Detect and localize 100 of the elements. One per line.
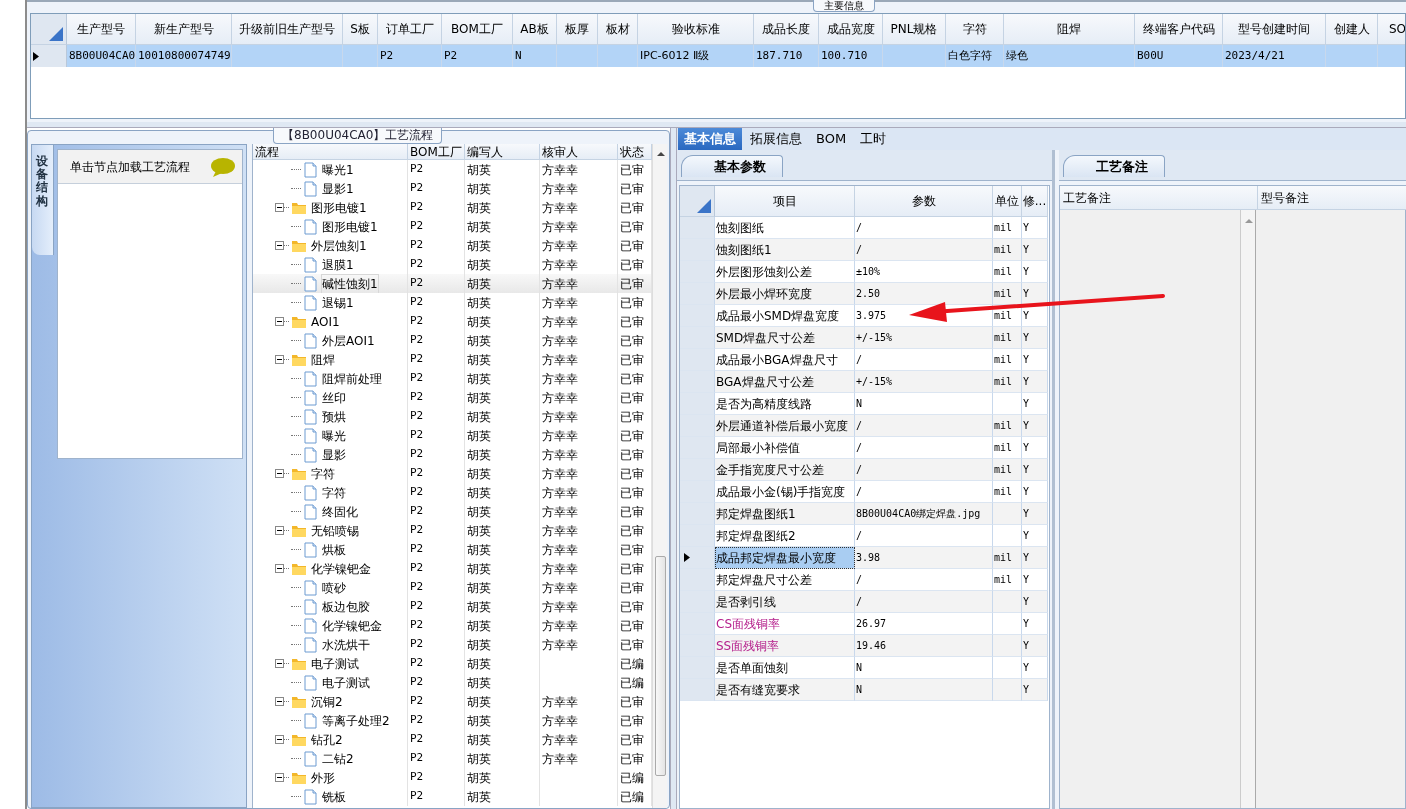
row-header[interactable] xyxy=(31,45,67,67)
table-row[interactable]: 外层最小焊环宽度 2.50 mil Y xyxy=(680,283,1049,305)
column-header[interactable]: AB板 xyxy=(513,14,557,45)
tree-row[interactable]: 钻孔2 P2 胡英 方幸幸 已审 xyxy=(253,730,652,749)
column-header[interactable]: 终端客户代码 xyxy=(1135,14,1223,45)
tree-row[interactable]: 板边包胶 P2 胡英 方幸幸 已审 xyxy=(253,597,652,616)
tab[interactable]: 基本参数 xyxy=(681,155,783,177)
column-header[interactable]: 板厚 xyxy=(557,14,598,45)
tree-row[interactable]: 水洗烘干 P2 胡英 方幸幸 已审 xyxy=(253,635,652,654)
tab[interactable]: 基本信息 xyxy=(678,128,742,150)
collapse-icon[interactable] xyxy=(275,773,284,782)
tree-row[interactable]: 图形电镀1 P2 胡英 方幸幸 已审 xyxy=(253,198,652,217)
column-header[interactable]: 验收标准 xyxy=(638,14,754,45)
splitter[interactable] xyxy=(27,122,1406,128)
column-header[interactable]: PNL规格 xyxy=(883,14,946,45)
tree-row[interactable]: 阻焊前处理 P2 胡英 方幸幸 已审 xyxy=(253,369,652,388)
column-header[interactable]: 型号创建时间 xyxy=(1223,14,1326,45)
tree-row[interactable]: 化学镍钯金 P2 胡英 方幸幸 已审 xyxy=(253,616,652,635)
column-header[interactable]: 项目 xyxy=(715,186,855,217)
column-header[interactable]: 修... xyxy=(1022,186,1048,217)
tree-row[interactable]: 等离子处理2 P2 胡英 方幸幸 已审 xyxy=(253,711,652,730)
table-row[interactable]: 成品邦定焊盘最小宽度 3.98 mil Y xyxy=(680,547,1049,569)
collapse-icon[interactable] xyxy=(275,659,284,668)
scroll-thumb[interactable] xyxy=(655,556,666,776)
tree-row[interactable]: 外形 P2 胡英 已编 xyxy=(253,768,652,787)
column-header[interactable]: 生产型号 xyxy=(67,14,136,45)
column-header[interactable]: 升级前旧生产型号 xyxy=(232,14,343,45)
tree-row[interactable]: 曝光 P2 胡英 方幸幸 已审 xyxy=(253,426,652,445)
column-header[interactable]: 单位 xyxy=(993,186,1022,217)
table-row[interactable]: BGA焊盘尺寸公差 +/-15% mil Y xyxy=(680,371,1049,393)
collapse-icon[interactable] xyxy=(275,469,284,478)
collapse-icon[interactable] xyxy=(275,203,284,212)
tree-row[interactable]: 沉铜2 P2 胡英 方幸幸 已审 xyxy=(253,692,652,711)
tab[interactable]: 工时 xyxy=(854,128,893,150)
column-header[interactable]: 状态 xyxy=(618,144,652,160)
column-header[interactable]: 成品长度 xyxy=(754,14,819,45)
tree-row[interactable]: 退锡1 P2 胡英 方幸幸 已审 xyxy=(253,293,652,312)
column-header[interactable]: 字符 xyxy=(946,14,1004,45)
column-header[interactable]: 流程 xyxy=(253,144,408,160)
collapse-icon[interactable] xyxy=(275,526,284,535)
column-header[interactable]: 型号备注 xyxy=(1258,186,1406,210)
tree-row[interactable]: 字符 P2 胡英 方幸幸 已审 xyxy=(253,483,652,502)
tree-row[interactable]: 图形电镀1 P2 胡英 方幸幸 已审 xyxy=(253,217,652,236)
tree-row[interactable]: 字符 P2 胡英 方幸幸 已审 xyxy=(253,464,652,483)
table-row[interactable]: 金手指宽度尺寸公差 / mil Y xyxy=(680,459,1049,481)
table-cell-text: 胡英 xyxy=(467,503,491,521)
tree-row[interactable]: 铣板 P2 胡英 已编 xyxy=(253,787,652,806)
table-row[interactable]: 外层通道补偿后最小宽度 / mil Y xyxy=(680,415,1049,437)
node-label: 化学镍钯金 xyxy=(311,560,371,578)
table-row[interactable]: 蚀刻图纸1 / mil Y xyxy=(680,239,1049,261)
scrollbar[interactable] xyxy=(1240,210,1256,808)
tree-row[interactable]: 阻焊 P2 胡英 方幸幸 已审 xyxy=(253,350,652,369)
tree-row[interactable]: 喷砂 P2 胡英 方幸幸 已审 xyxy=(253,578,652,597)
column-header[interactable]: 参数 xyxy=(855,186,993,217)
row-header[interactable] xyxy=(680,547,715,569)
column-header[interactable]: 板材 xyxy=(598,14,638,45)
tree-row[interactable]: 终固化 P2 胡英 方幸幸 已审 xyxy=(253,502,652,521)
table-row[interactable]: 邦定焊盘图纸1 8B00U04CA0绑定焊盘.jpg Y xyxy=(680,503,1049,525)
tree-row[interactable]: 丝印 P2 胡英 方幸幸 已审 xyxy=(253,388,652,407)
collapse-icon[interactable] xyxy=(275,564,284,573)
collapse-icon[interactable] xyxy=(275,241,284,250)
column-header[interactable]: BOM工厂 xyxy=(442,14,513,45)
tree-row[interactable]: 预烘 P2 胡英 方幸幸 已审 xyxy=(253,407,652,426)
column-header[interactable]: 订单工厂 xyxy=(378,14,442,45)
column-header[interactable]: 创建人 xyxy=(1326,14,1378,45)
tree-row[interactable]: 外层AOI1 P2 胡英 方幸幸 已审 xyxy=(253,331,652,350)
column-header[interactable]: 工艺备注 xyxy=(1060,186,1258,210)
tree-row[interactable]: 电子测试 P2 胡英 已编 xyxy=(253,673,652,692)
tree-row[interactable]: 曝光1 P2 胡英 方幸幸 已审 xyxy=(253,160,652,179)
column-header[interactable]: BOM工厂 xyxy=(408,144,465,160)
collapse-icon[interactable] xyxy=(275,697,284,706)
collapse-icon[interactable] xyxy=(275,317,284,326)
tree-row[interactable]: 显影1 P2 胡英 方幸幸 已审 xyxy=(253,179,652,198)
collapse-icon[interactable] xyxy=(275,355,284,364)
tree-row[interactable]: 显影 P2 胡英 方幸幸 已审 xyxy=(253,445,652,464)
tree-row[interactable]: 碱性蚀刻1 P2 胡英 方幸幸 已审 xyxy=(253,274,652,293)
table-row[interactable]: 是否剥引线 / Y xyxy=(680,591,1049,613)
tab[interactable]: BOM xyxy=(810,128,853,150)
tree-row[interactable]: 无铅喷锡 P2 胡英 方幸幸 已审 xyxy=(253,521,652,540)
column-header[interactable]: 成品宽度 xyxy=(819,14,883,45)
table-row[interactable]: SS面残铜率 19.46 Y xyxy=(680,635,1049,657)
column-header[interactable]: 阻焊 xyxy=(1004,14,1135,45)
tree-row[interactable]: 化学镍钯金 P2 胡英 方幸幸 已审 xyxy=(253,559,652,578)
table-row[interactable]: 是否有缝宽要求 N Y xyxy=(680,679,1049,701)
tree-row[interactable]: AOI1 P2 胡英 方幸幸 已审 xyxy=(253,312,652,331)
tree-row[interactable]: 外层蚀刻1 P2 胡英 方幸幸 已审 xyxy=(253,236,652,255)
tree-row[interactable]: 烘板 P2 胡英 方幸幸 已审 xyxy=(253,540,652,559)
column-header[interactable]: 编写人 xyxy=(465,144,540,160)
tree-row[interactable]: 电子测试 P2 胡英 已编 xyxy=(253,654,652,673)
side-tab[interactable]: 设备结构 xyxy=(32,145,54,255)
tree-row[interactable]: 二钻2 P2 胡英 方幸幸 已审 xyxy=(253,749,652,768)
table-row[interactable]: SMD焊盘尺寸公差 +/-15% mil Y xyxy=(680,327,1049,349)
table-row[interactable]: 8B00U04CA0 10010800074749 P2 P2 N IPC-6012 Ⅱ级 187.710 100.710 白色字符 绿色 B00U 2023/4/21 xyxy=(31,45,1405,67)
column-header[interactable]: 新生产型号 xyxy=(136,14,232,45)
column-header[interactable]: SO xyxy=(1378,14,1405,45)
column-header[interactable]: S板 xyxy=(343,14,378,45)
tab[interactable]: 工艺备注 xyxy=(1063,155,1165,177)
tab[interactable]: 拓展信息 xyxy=(744,128,808,150)
column-header[interactable]: 核审人 xyxy=(540,144,618,160)
collapse-icon[interactable] xyxy=(275,735,284,744)
